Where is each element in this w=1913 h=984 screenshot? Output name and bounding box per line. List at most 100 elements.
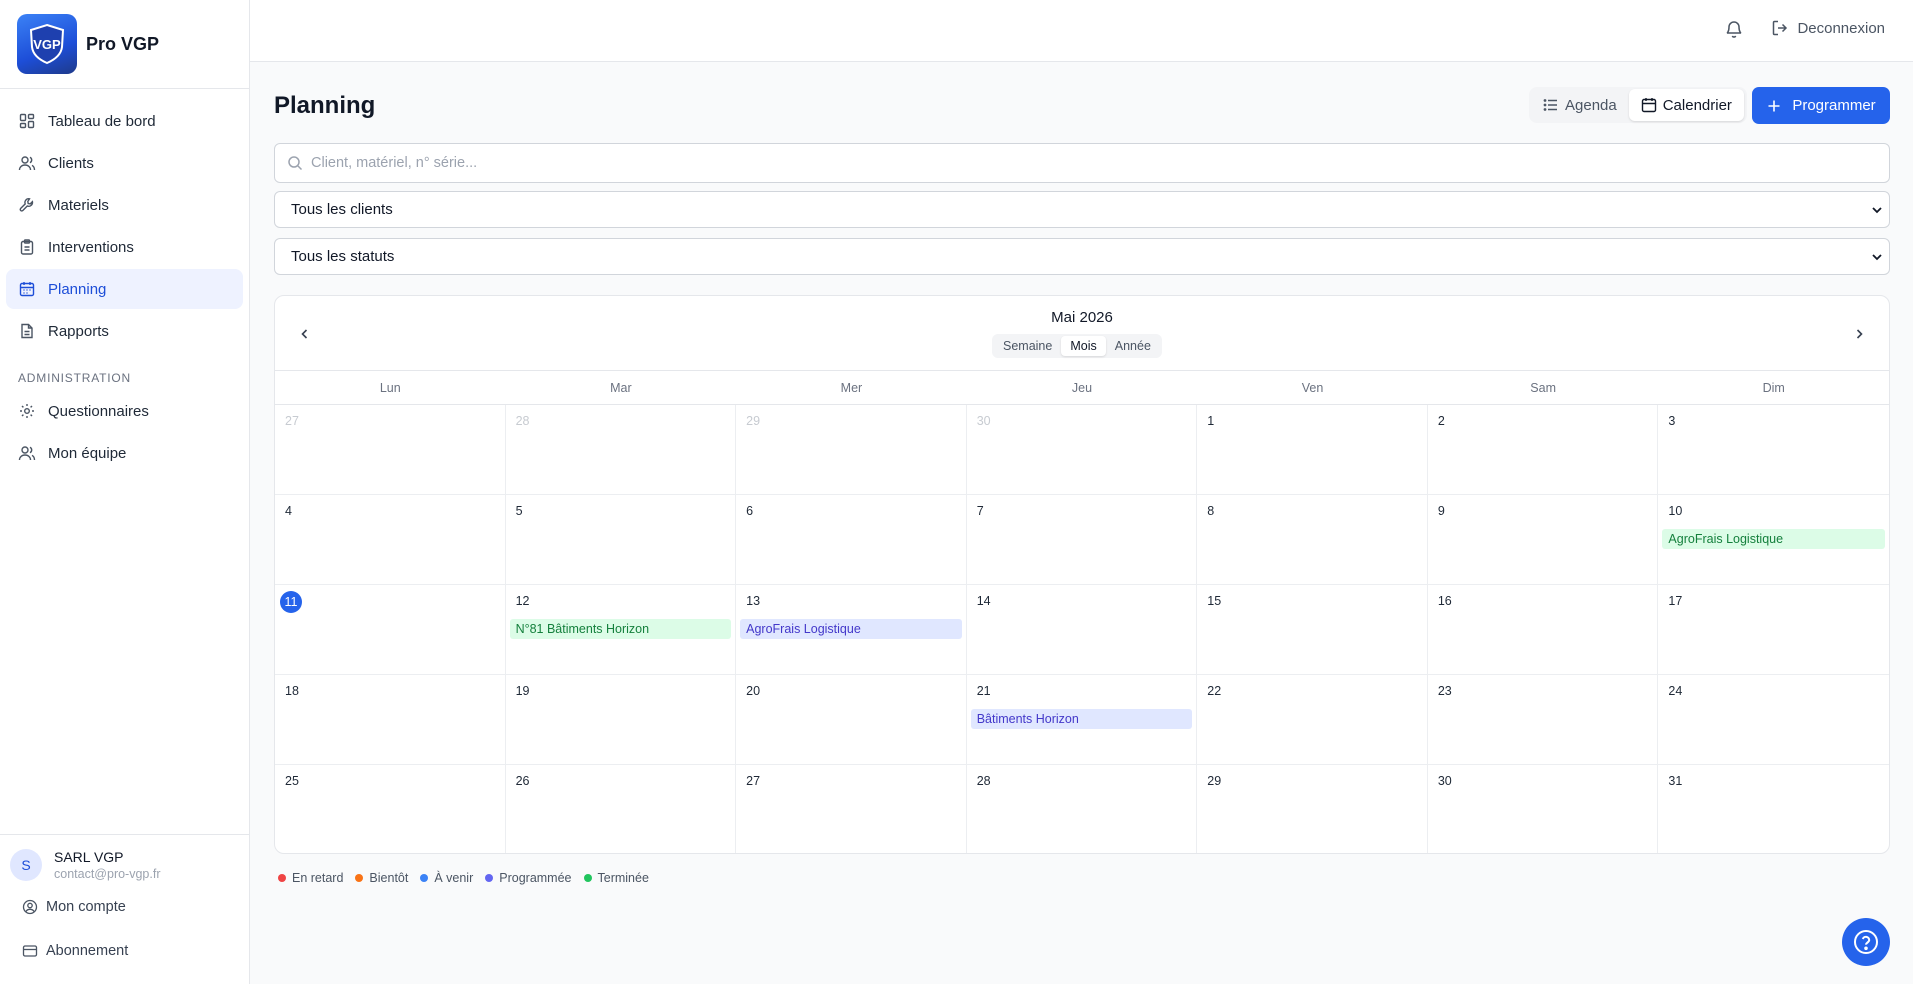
subscription-link[interactable]: Abonnement xyxy=(10,933,239,969)
next-month-button[interactable] xyxy=(1847,322,1871,346)
day-cell[interactable]: 14 xyxy=(966,585,1198,675)
day-cell[interactable]: 30 xyxy=(966,405,1198,495)
day-cell[interactable]: 19 xyxy=(505,675,737,765)
logout-button[interactable]: Deconnexion xyxy=(1771,19,1885,37)
day-cell[interactable]: 1 xyxy=(1197,405,1428,495)
legend-label: À venir xyxy=(434,871,474,885)
range-toggle: Semaine Mois Année xyxy=(992,334,1162,358)
sidebar-item-clients[interactable]: Clients xyxy=(6,143,243,183)
day-number: 4 xyxy=(285,504,292,518)
range-year-button[interactable]: Année xyxy=(1106,336,1160,356)
legend-item: En retard xyxy=(278,871,343,885)
range-week-button[interactable]: Semaine xyxy=(994,336,1061,356)
clients-select[interactable]: Tous les clients xyxy=(274,191,1890,228)
day-cell[interactable]: 16 xyxy=(1427,585,1659,675)
day-cell[interactable]: 29 xyxy=(1197,765,1428,853)
day-cell[interactable]: 24 xyxy=(1658,675,1889,765)
day-cell[interactable]: 22 xyxy=(1197,675,1428,765)
day-cell[interactable]: 13 AgroFrais Logistique xyxy=(736,585,967,675)
day-cell[interactable]: 28 xyxy=(967,765,1198,853)
day-cell[interactable]: 18 xyxy=(275,675,506,765)
sidebar-item-team[interactable]: Mon équipe xyxy=(6,433,243,473)
svg-text:VGP: VGP xyxy=(33,37,61,52)
sidebar-item-label: Questionnaires xyxy=(48,402,149,420)
day-number: 25 xyxy=(285,774,299,788)
day-cell[interactable]: 15 xyxy=(1197,585,1428,675)
status-select[interactable]: Tous les statuts xyxy=(274,238,1890,275)
sidebar-item-planning[interactable]: Planning xyxy=(6,269,243,309)
plus-icon xyxy=(1766,98,1782,114)
status-legend: En retard Bientôt À venir Programmée Terminé… xyxy=(278,871,661,885)
weekday-header: Lun Mar Mer Jeu Ven Sam Dim xyxy=(275,371,1889,405)
day-cell[interactable]: 26 xyxy=(506,765,737,853)
sidebar-item-materiels[interactable]: Materiels xyxy=(6,185,243,225)
day-cell[interactable]: 27 xyxy=(736,765,967,853)
sidebar-item-dashboard[interactable]: Tableau de bord xyxy=(6,101,243,141)
day-cell[interactable]: 8 xyxy=(1197,495,1428,585)
day-number: 8 xyxy=(1207,504,1215,518)
day-cell[interactable]: 21 Bâtiments Horizon xyxy=(966,675,1198,765)
day-number: 29 xyxy=(746,414,761,428)
day-number: 18 xyxy=(285,684,299,698)
calendar-view-button[interactable]: Calendrier xyxy=(1628,89,1744,121)
day-number: 7 xyxy=(976,504,984,518)
clipboard-icon xyxy=(18,238,36,256)
day-number: 28 xyxy=(976,774,991,788)
month-calendar: Mai 2026 Semaine Mois Année Lun Mar Mer Jeu… xyxy=(274,295,1890,854)
day-cell[interactable]: 28 xyxy=(505,405,737,495)
day-number: 21 xyxy=(976,684,991,698)
sidebar-item-rapports[interactable]: Rapports xyxy=(6,311,243,351)
day-cell[interactable]: 7 xyxy=(966,495,1198,585)
day-cell[interactable]: 12 N°81 Bâtiments Horizon xyxy=(505,585,737,675)
account-link[interactable]: Mon compte xyxy=(10,889,239,925)
day-cell[interactable]: 4 xyxy=(275,495,506,585)
calendar-event[interactable]: Bâtiments Horizon xyxy=(970,709,1193,729)
day-number: 1 xyxy=(1207,414,1215,428)
program-button[interactable]: Programmer xyxy=(1752,87,1890,124)
day-cell[interactable]: 31 xyxy=(1658,765,1889,853)
vgp-logo: VGP xyxy=(17,14,77,74)
search-icon xyxy=(287,155,303,171)
day-cell[interactable]: 2 xyxy=(1427,405,1659,495)
day-cell[interactable]: 5 xyxy=(505,495,737,585)
credit-card-icon xyxy=(22,943,38,959)
day-cell[interactable]: 30 xyxy=(1428,765,1659,853)
legend-item: Bientôt xyxy=(355,871,408,885)
day-number: 26 xyxy=(515,774,530,788)
sidebar-item-questionnaires[interactable]: Questionnaires xyxy=(6,391,243,431)
day-number: 27 xyxy=(746,774,761,788)
weekday-label: Jeu xyxy=(1071,381,1093,395)
calendar-event[interactable]: AgroFrais Logistique xyxy=(740,619,962,639)
search-input[interactable] xyxy=(311,155,1811,171)
day-cell[interactable]: 23 xyxy=(1427,675,1659,765)
day-cell[interactable]: 27 xyxy=(275,405,506,495)
day-cell[interactable]: 11 xyxy=(275,585,506,675)
day-cell[interactable]: 9 xyxy=(1427,495,1659,585)
sidebar-item-interventions[interactable]: Interventions xyxy=(6,227,243,267)
day-cell[interactable]: 10 AgroFrais Logistique xyxy=(1658,495,1889,585)
users-icon xyxy=(18,154,36,172)
legend-label: Terminée xyxy=(597,871,649,885)
chevron-right-icon xyxy=(1856,329,1863,339)
logout-icon xyxy=(1771,19,1789,37)
day-cell[interactable]: 17 xyxy=(1658,585,1889,675)
dashboard-icon xyxy=(18,112,36,130)
day-cell[interactable]: 25 xyxy=(275,765,506,853)
range-month-button[interactable]: Mois xyxy=(1061,336,1106,356)
bell-icon[interactable] xyxy=(1724,19,1746,41)
weekday-label: Mer xyxy=(840,381,863,395)
help-button[interactable] xyxy=(1842,918,1890,966)
calendar-event[interactable]: AgroFrais Logistique xyxy=(1662,529,1885,549)
legend-label: En retard xyxy=(292,871,344,885)
brand[interactable]: VGP Pro VGP xyxy=(0,0,249,89)
calendar-event[interactable]: N°81 Bâtiments Horizon xyxy=(509,619,732,639)
agenda-view-button[interactable]: Agenda xyxy=(1531,89,1629,121)
day-cell[interactable]: 3 xyxy=(1658,405,1889,495)
page-title: Planning xyxy=(274,92,376,119)
day-cell[interactable]: 20 xyxy=(736,675,967,765)
day-cell[interactable]: 29 xyxy=(736,405,967,495)
day-cell[interactable]: 6 xyxy=(736,495,967,585)
calendar-icon xyxy=(1641,97,1657,113)
sidebar-item-label: Planning xyxy=(48,280,107,298)
search-bar xyxy=(274,143,1890,183)
